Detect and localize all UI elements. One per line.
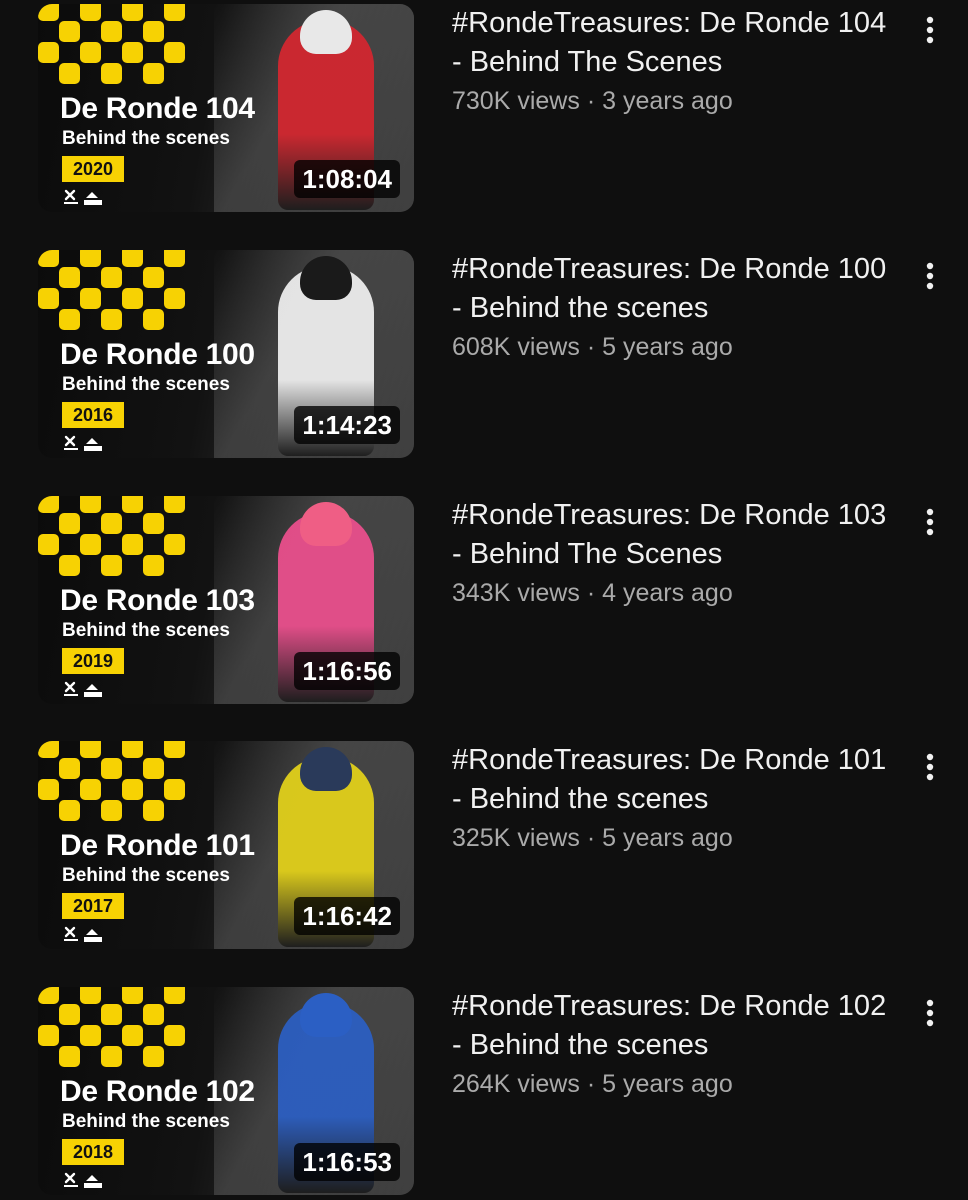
duration-badge: 1:16:56 [294, 652, 400, 690]
view-count: 264K views [452, 1070, 580, 1098]
more-vertical-icon[interactable] [916, 12, 944, 48]
sponsor-logos-icon [62, 1171, 110, 1191]
thumbnail-year-badge: 2020 [62, 156, 124, 182]
video-meta: #RondeTreasures: De Ronde 100 - Behind t… [452, 250, 902, 364]
view-count: 325K views [452, 824, 580, 852]
video-title[interactable]: #RondeTreasures: De Ronde 103 - Behind T… [452, 496, 902, 574]
video-title[interactable]: #RondeTreasures: De Ronde 101 - Behind t… [452, 741, 902, 819]
upload-age: 5 years ago [602, 1070, 733, 1098]
rider-helmet [300, 993, 352, 1037]
thumbnail-year-badge: 2018 [62, 1139, 124, 1165]
video-item[interactable]: De Ronde 101 Behind the scenes 2017 1:16… [0, 741, 968, 953]
more-vertical-icon[interactable] [916, 995, 944, 1031]
upload-age: 3 years ago [602, 87, 733, 115]
thumbnail-heading: De Ronde 102 [60, 1075, 255, 1108]
video-item[interactable]: De Ronde 100 Behind the scenes 2016 1:14… [0, 250, 968, 462]
video-title[interactable]: #RondeTreasures: De Ronde 104 - Behind T… [452, 4, 902, 82]
thumbnail-year-badge: 2017 [62, 893, 124, 919]
rider-helmet [300, 502, 352, 546]
thumbnail-subheading: Behind the scenes [62, 1111, 230, 1132]
view-count: 608K views [452, 333, 580, 361]
checkered-flag-graphic [38, 741, 188, 823]
checkered-flag-graphic [38, 250, 188, 332]
upload-age: 5 years ago [602, 333, 733, 361]
video-thumbnail[interactable]: De Ronde 101 Behind the scenes 2017 1:16… [38, 741, 414, 949]
video-list: De Ronde 104 Behind the scenes 2020 1:08… [0, 0, 968, 1200]
separator: · [586, 824, 596, 852]
video-thumbnail[interactable]: De Ronde 100 Behind the scenes 2016 1:14… [38, 250, 414, 458]
video-item[interactable]: De Ronde 103 Behind the scenes 2019 1:16… [0, 496, 968, 708]
thumbnail-heading: De Ronde 100 [60, 338, 255, 371]
thumbnail-year-badge: 2019 [62, 648, 124, 674]
checkered-flag-graphic [38, 496, 188, 578]
sponsor-logos-icon [62, 188, 110, 208]
video-thumbnail[interactable]: De Ronde 103 Behind the scenes 2019 1:16… [38, 496, 414, 704]
rider-helmet [300, 747, 352, 791]
separator: · [586, 1070, 596, 1098]
video-meta: #RondeTreasures: De Ronde 103 - Behind T… [452, 496, 902, 610]
video-title[interactable]: #RondeTreasures: De Ronde 102 - Behind t… [452, 987, 902, 1065]
video-stats: 608K views · 5 years ago [452, 330, 902, 364]
thumbnail-heading: De Ronde 103 [60, 584, 255, 617]
duration-badge: 1:16:53 [294, 1143, 400, 1181]
thumbnail-subheading: Behind the scenes [62, 620, 230, 641]
separator: · [586, 87, 596, 115]
video-thumbnail[interactable]: De Ronde 102 Behind the scenes 2018 1:16… [38, 987, 414, 1195]
more-vertical-icon[interactable] [916, 258, 944, 294]
duration-badge: 1:14:23 [294, 406, 400, 444]
separator: · [586, 579, 596, 607]
video-stats: 264K views · 5 years ago [452, 1067, 902, 1101]
video-stats: 730K views · 3 years ago [452, 84, 902, 118]
duration-badge: 1:16:42 [294, 897, 400, 935]
video-meta: #RondeTreasures: De Ronde 104 - Behind T… [452, 4, 902, 118]
more-vertical-icon[interactable] [916, 504, 944, 540]
thumbnail-heading: De Ronde 104 [60, 92, 255, 125]
upload-age: 4 years ago [602, 579, 733, 607]
sponsor-logos-icon [62, 925, 110, 945]
more-vertical-icon[interactable] [916, 749, 944, 785]
sponsor-logos-icon [62, 680, 110, 700]
video-stats: 325K views · 5 years ago [452, 821, 902, 855]
thumbnail-heading: De Ronde 101 [60, 829, 255, 862]
rider-helmet [300, 256, 352, 300]
video-thumbnail[interactable]: De Ronde 104 Behind the scenes 2020 1:08… [38, 4, 414, 212]
separator: · [586, 333, 596, 361]
view-count: 343K views [452, 579, 580, 607]
video-meta: #RondeTreasures: De Ronde 102 - Behind t… [452, 987, 902, 1101]
view-count: 730K views [452, 87, 580, 115]
thumbnail-subheading: Behind the scenes [62, 374, 230, 395]
video-stats: 343K views · 4 years ago [452, 576, 902, 610]
checkered-flag-graphic [38, 987, 188, 1069]
duration-badge: 1:08:04 [294, 160, 400, 198]
thumbnail-year-badge: 2016 [62, 402, 124, 428]
video-meta: #RondeTreasures: De Ronde 101 - Behind t… [452, 741, 902, 855]
video-item[interactable]: De Ronde 104 Behind the scenes 2020 1:08… [0, 4, 968, 216]
sponsor-logos-icon [62, 434, 110, 454]
thumbnail-subheading: Behind the scenes [62, 865, 230, 886]
video-title[interactable]: #RondeTreasures: De Ronde 100 - Behind t… [452, 250, 902, 328]
rider-helmet [300, 10, 352, 54]
video-item[interactable]: De Ronde 102 Behind the scenes 2018 1:16… [0, 987, 968, 1199]
checkered-flag-graphic [38, 4, 188, 86]
upload-age: 5 years ago [602, 824, 733, 852]
thumbnail-subheading: Behind the scenes [62, 128, 230, 149]
